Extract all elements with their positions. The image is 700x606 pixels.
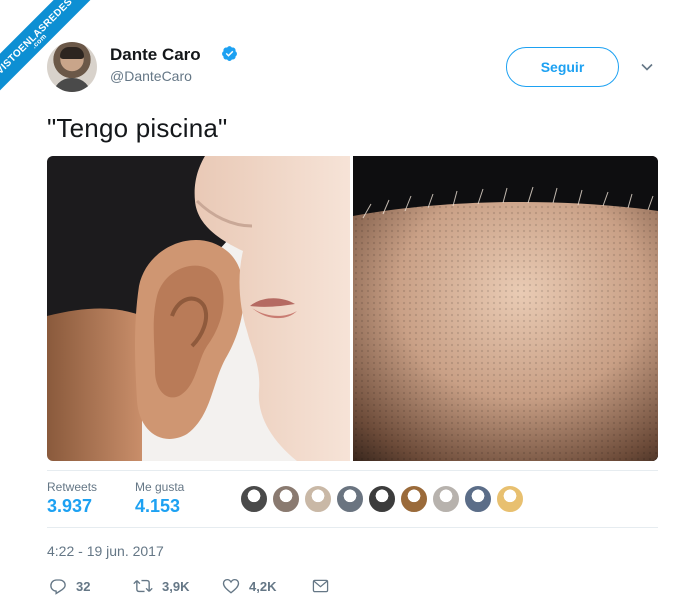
liker-avatar[interactable] (272, 485, 300, 513)
retweet-count: 3,9K (162, 578, 190, 594)
retweets-count[interactable]: 3.937 (47, 496, 92, 517)
tweet-text: "Tengo piscina" (47, 113, 228, 143)
author-name[interactable]: Dante Caro (110, 45, 201, 65)
tweet-timestamp[interactable]: 4:22 - 19 jun. 2017 (47, 543, 164, 559)
liker-avatar[interactable] (368, 485, 396, 513)
liker-avatar[interactable] (432, 485, 460, 513)
watermark-ribbon: VISTOENLASREDES .com (0, 0, 95, 95)
tweet-media[interactable] (47, 156, 658, 461)
liker-avatar[interactable] (400, 485, 428, 513)
divider-bottom (47, 527, 658, 528)
chevron-down-icon[interactable] (640, 60, 654, 74)
reply-icon (50, 579, 66, 595)
message-icon (312, 579, 329, 593)
liker-avatar[interactable] (464, 485, 492, 513)
reply-button[interactable]: 32 (49, 577, 90, 595)
reply-count: 32 (76, 578, 91, 594)
liker-avatar[interactable] (496, 485, 524, 513)
verified-badge-icon (222, 46, 237, 61)
retweets-label[interactable]: Retweets (47, 480, 97, 494)
liker-avatar[interactable] (304, 485, 332, 513)
likes-label[interactable]: Me gusta (135, 480, 184, 494)
follow-button[interactable]: Seguir (506, 47, 619, 87)
retweet-icon (133, 579, 153, 593)
heart-icon (222, 578, 240, 594)
tweet-card: VISTOENLASREDES .com Dante Caro @DanteCa… (0, 0, 700, 606)
retweet-button[interactable]: 3,9K (133, 577, 189, 595)
author-handle[interactable]: @DanteCaro (110, 68, 192, 84)
ear-whisper-image[interactable] (47, 156, 350, 461)
like-count: 4,2K (249, 578, 277, 594)
liker-avatar[interactable] (240, 485, 268, 513)
divider-top (47, 470, 658, 471)
goosebumps-skin-image[interactable] (353, 156, 658, 461)
direct-message-button[interactable] (312, 577, 329, 595)
likes-count[interactable]: 4.153 (135, 496, 180, 517)
like-button[interactable]: 4,2K (222, 577, 276, 595)
liker-avatar[interactable] (336, 485, 364, 513)
